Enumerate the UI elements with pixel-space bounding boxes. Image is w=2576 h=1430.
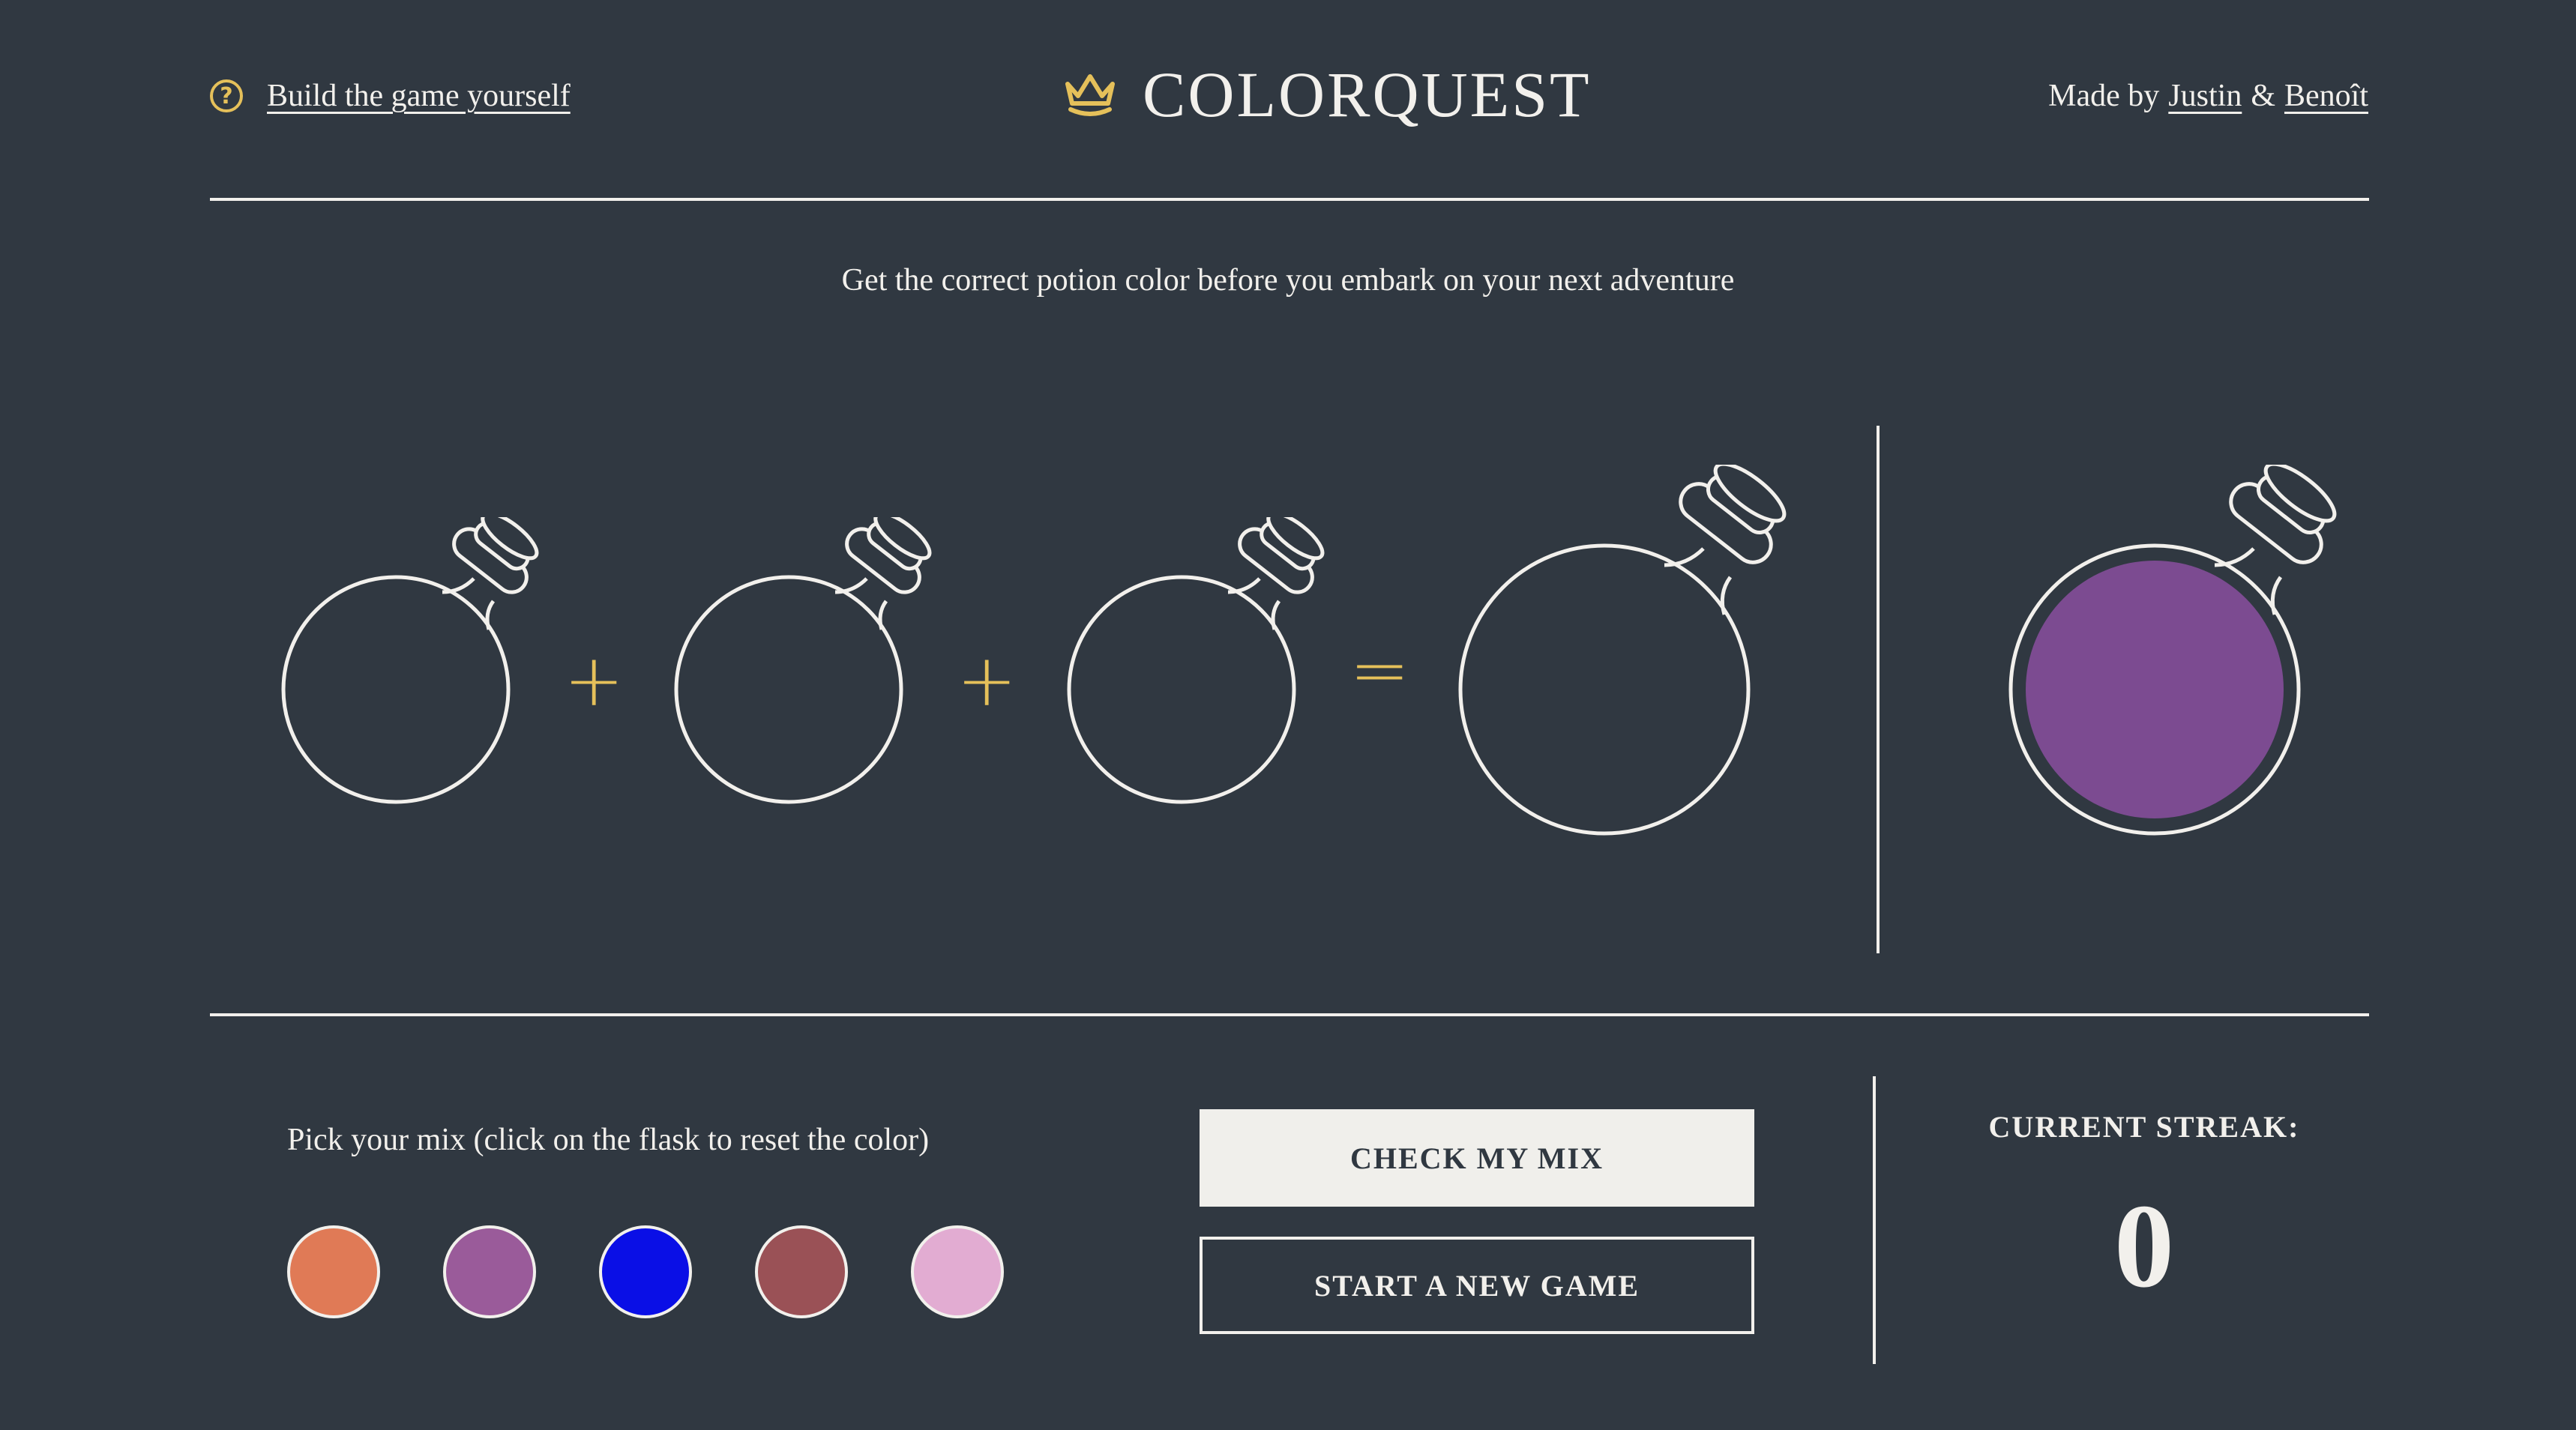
build-game-link[interactable]: Build the game yourself xyxy=(267,78,571,114)
target-divider xyxy=(1877,426,1880,953)
color-swatch-blue[interactable] xyxy=(599,1225,692,1318)
app-title: COLORQUEST xyxy=(1143,58,1592,130)
streak-divider xyxy=(1873,1076,1876,1364)
author-link-justin[interactable]: Justin xyxy=(2168,78,2242,114)
streak-value: 0 xyxy=(2114,1179,2174,1312)
picker-label: Pick your mix (click on the flask to res… xyxy=(287,1123,930,1157)
streak-label: CURRENT STREAK: xyxy=(1988,1110,2300,1144)
color-swatch-purple[interactable] xyxy=(443,1225,536,1318)
target-flask xyxy=(2008,465,2337,836)
flask-slot-1[interactable] xyxy=(273,517,558,817)
section-divider xyxy=(210,1013,2369,1016)
author-link-benoit[interactable]: Benoît xyxy=(2284,78,2368,114)
subtitle: Get the correct potion color before you … xyxy=(841,263,1735,298)
crown-icon xyxy=(1065,74,1115,116)
new-game-button[interactable]: START A NEW GAME xyxy=(1200,1237,1754,1334)
help-link-group[interactable]: ? Build the game yourself xyxy=(210,75,571,117)
credits: Made by Justin & Benoît xyxy=(2048,75,2368,117)
plus-operator-2: + xyxy=(957,639,1017,722)
color-swatch-pink[interactable] xyxy=(911,1225,1004,1318)
equals-operator: = xyxy=(1349,628,1410,712)
result-flask xyxy=(1458,465,1787,836)
flask-slot-2[interactable] xyxy=(666,517,951,817)
color-swatch-orange[interactable] xyxy=(287,1225,380,1318)
credits-prefix: Made by xyxy=(2048,79,2160,113)
header-divider xyxy=(210,198,2369,201)
brand: COLORQUEST xyxy=(1063,57,1592,132)
credits-separator: & xyxy=(2251,79,2275,113)
check-mix-button[interactable]: CHECK MY MIX xyxy=(1200,1109,1754,1207)
flask-slot-3[interactable] xyxy=(1059,517,1343,817)
plus-operator-1: + xyxy=(564,639,625,722)
color-swatch-maroon[interactable] xyxy=(755,1225,848,1318)
question-circle-icon: ? xyxy=(210,79,243,112)
